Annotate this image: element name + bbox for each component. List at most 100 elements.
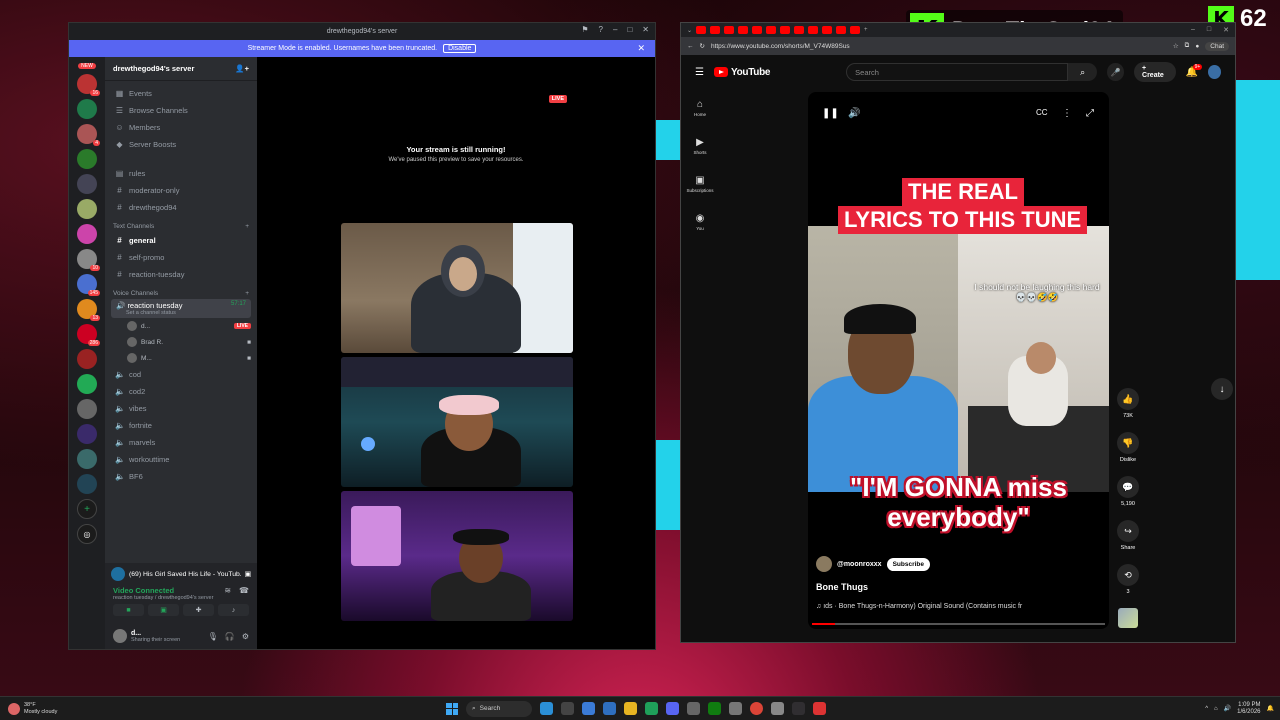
channel-drewthegod94[interactable]: # drewthegod94 xyxy=(105,199,257,216)
server-icon[interactable] xyxy=(77,399,97,419)
tab[interactable] xyxy=(724,26,735,34)
server-icon[interactable]: 10 xyxy=(77,249,100,271)
app-icon[interactable] xyxy=(603,702,616,715)
sidebar-item-home[interactable]: ⌂ Home xyxy=(681,89,719,127)
mic-icon[interactable]: 🎤 xyxy=(1107,63,1125,81)
server-icon[interactable] xyxy=(77,174,97,194)
activities-button[interactable]: ✚ xyxy=(183,604,214,616)
server-icon[interactable]: 145 xyxy=(77,274,100,296)
app-icon[interactable] xyxy=(813,702,826,715)
remix-button[interactable]: ⟲ 3 xyxy=(1117,564,1139,608)
tab-list-icon[interactable]: ⌄ xyxy=(687,27,692,34)
xbox-icon[interactable] xyxy=(708,702,721,715)
tab[interactable] xyxy=(780,26,791,34)
video-progress-bar[interactable] xyxy=(812,623,1105,625)
weather-widget[interactable]: 38°F Mostly cloudy xyxy=(0,702,120,716)
tab[interactable] xyxy=(794,26,805,34)
dislike-button[interactable]: 👎 Dislike xyxy=(1117,432,1139,476)
app-icon[interactable] xyxy=(582,702,595,715)
channel-moderator-only[interactable]: # moderator-only xyxy=(105,182,257,199)
clock[interactable]: 1:09 PM 1/6/2026 xyxy=(1237,702,1260,716)
app-icon[interactable] xyxy=(687,702,700,715)
server-icon[interactable] xyxy=(77,449,97,469)
extensions-icon[interactable]: ⧉ xyxy=(1185,42,1190,50)
disable-streamer-mode-button[interactable]: Disable xyxy=(443,44,477,53)
server-icon[interactable] xyxy=(77,99,97,119)
maximize-icon[interactable]: □ xyxy=(1207,26,1211,34)
taskbar-search[interactable]: ⌕ Search xyxy=(466,700,532,717)
server-icon[interactable] xyxy=(77,349,97,369)
menu-icon[interactable]: ☰ xyxy=(695,67,704,78)
close-icon[interactable]: ✕ xyxy=(642,25,649,34)
tab[interactable] xyxy=(850,26,861,34)
add-server-icon[interactable]: + xyxy=(77,499,97,519)
minimize-icon[interactable]: – xyxy=(613,25,617,34)
discord-icon[interactable] xyxy=(666,702,679,715)
sound-thumbnail[interactable] xyxy=(1118,608,1138,652)
video-tile[interactable] xyxy=(341,357,573,487)
tab[interactable] xyxy=(696,26,707,34)
voice-channel-marvels[interactable]: 🔈 marvels xyxy=(105,434,257,451)
sidebar-item-shorts[interactable]: ▶ Shorts xyxy=(681,127,719,165)
server-header[interactable]: drewthegod94's server 👤+ xyxy=(105,57,257,81)
tab[interactable] xyxy=(836,26,847,34)
members-item[interactable]: ☺ Members xyxy=(105,119,257,136)
search-icon[interactable]: ⌕ xyxy=(1067,63,1098,81)
discover-icon[interactable]: ◎ xyxy=(77,524,97,544)
voice-user[interactable]: M... ■ xyxy=(105,350,257,366)
tab[interactable] xyxy=(766,26,777,34)
add-channel-icon[interactable]: + xyxy=(245,290,249,297)
minimize-icon[interactable]: – xyxy=(1191,26,1195,34)
server-icon[interactable]: 286 xyxy=(77,324,100,346)
inbox-icon[interactable]: ⚑ xyxy=(581,25,588,34)
camera-button[interactable]: ■ xyxy=(113,604,144,616)
music-info[interactable]: ♫ ıds · Bone Thugs-n-Harmony) Original S… xyxy=(816,603,1022,610)
next-short-button[interactable]: ↓ xyxy=(1211,378,1233,400)
tab[interactable] xyxy=(710,26,721,34)
voice-channel-vibes[interactable]: 🔈 vibes xyxy=(105,400,257,417)
share-button[interactable]: ↪ Share xyxy=(1117,520,1139,564)
noise-suppression-icon[interactable]: ≋ xyxy=(224,586,231,601)
star-icon[interactable]: ☆ xyxy=(1173,42,1179,50)
voice-user[interactable]: d... LIVE xyxy=(105,318,257,334)
active-voice-channel[interactable]: 🔊 reaction tuesday 57:17 Set a channel st… xyxy=(111,299,251,318)
sidebar-item-subscriptions[interactable]: ▣ Subscriptions xyxy=(681,165,719,203)
channel-status[interactable]: Set a channel status xyxy=(126,310,246,316)
sidebar-item-you[interactable]: ◉ You xyxy=(681,203,719,241)
app-icon[interactable] xyxy=(645,702,658,715)
settings-icon[interactable]: ⚙ xyxy=(242,632,249,641)
address-bar[interactable]: https://www.youtube.com/shorts/M_V74W89S… xyxy=(711,43,1167,50)
mic-icon[interactable]: 🎙 xyxy=(208,632,218,641)
start-icon[interactable] xyxy=(446,702,458,715)
soundboard-button[interactable]: ♪ xyxy=(218,604,249,616)
reload-icon[interactable]: ↻ xyxy=(700,42,705,50)
tab[interactable] xyxy=(752,26,763,34)
avatar[interactable] xyxy=(1208,65,1221,79)
tray-chevron-icon[interactable]: ^ xyxy=(1205,706,1208,712)
back-icon[interactable]: ← xyxy=(687,43,694,50)
channel-name[interactable]: @moonroxxx xyxy=(837,561,882,568)
close-banner-icon[interactable]: ✕ xyxy=(637,43,645,54)
video-tile[interactable] xyxy=(341,223,573,353)
chrome-icon[interactable] xyxy=(750,702,763,715)
short-video-player[interactable]: ❚❚ 🔊 CC ⋮ ⤢ THE REAL LYRICS TO THIS TUNE… xyxy=(808,92,1109,629)
help-icon[interactable]: ? xyxy=(599,25,603,34)
invite-icon[interactable]: 👤+ xyxy=(235,64,249,73)
file-explorer-icon[interactable] xyxy=(624,702,637,715)
tab[interactable] xyxy=(738,26,749,34)
screen-share-button[interactable]: ▣ xyxy=(148,604,179,616)
add-channel-icon[interactable]: + xyxy=(245,223,249,230)
voice-channel-cod2[interactable]: 🔈 cod2 xyxy=(105,383,257,400)
server-icon[interactable] xyxy=(77,149,97,169)
new-tab-icon[interactable]: + xyxy=(864,27,868,33)
channel-rules[interactable]: ▤ rules xyxy=(105,165,257,182)
create-button[interactable]: + Create xyxy=(1134,62,1176,82)
maximize-icon[interactable]: □ xyxy=(627,25,632,34)
server-icon[interactable] xyxy=(77,474,97,494)
disconnect-icon[interactable]: ☎ xyxy=(239,586,249,601)
server-icon[interactable] xyxy=(77,424,97,444)
comment-button[interactable]: 💬 5,190 xyxy=(1117,476,1139,520)
channel-self-promo[interactable]: # self-promo xyxy=(105,249,257,266)
voice-channels-category[interactable]: Voice Channels + xyxy=(105,283,257,299)
tab[interactable] xyxy=(822,26,833,34)
